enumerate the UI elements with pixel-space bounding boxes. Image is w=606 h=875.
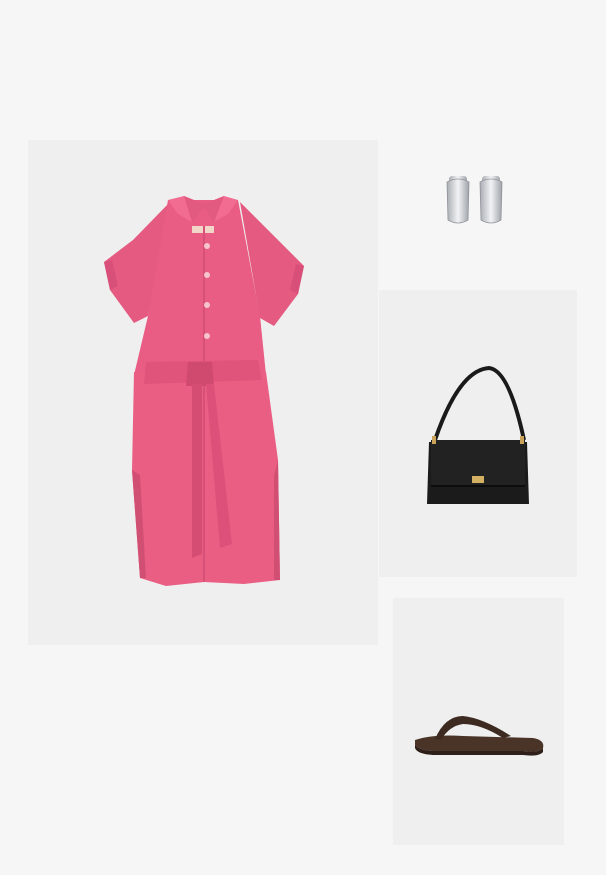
bag-icon	[427, 365, 529, 504]
sandal-tile[interactable]	[393, 598, 564, 845]
earrings-icon	[446, 176, 503, 224]
dress-tile[interactable]	[28, 140, 378, 645]
earrings-image[interactable]	[440, 170, 512, 232]
dress-image	[104, 196, 304, 586]
sandal-icon	[415, 716, 544, 756]
outfit-collage: { "items": [ {"name": "dress", "color": …	[0, 0, 606, 875]
shoulder-bag-tile[interactable]	[379, 290, 577, 577]
